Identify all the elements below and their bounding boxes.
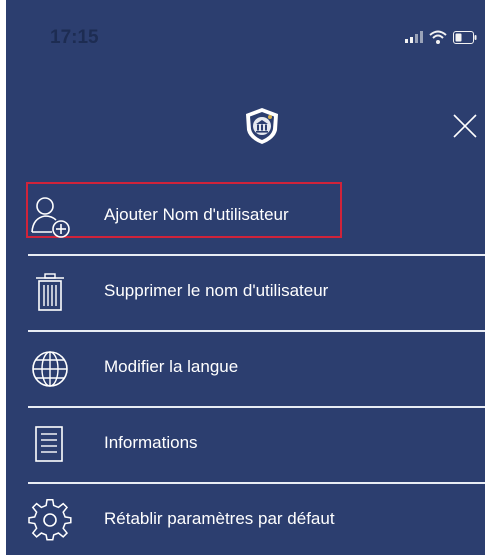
app-screen: 17:15 Ajouter Nom d'utilisateur Supprime… bbox=[6, 0, 485, 555]
status-bar: 17:15 bbox=[6, 0, 485, 52]
status-time: 17:15 bbox=[50, 27, 99, 48]
menu-item-label: Modifier la langue bbox=[104, 357, 239, 376]
close-icon bbox=[453, 114, 477, 138]
menu-header bbox=[6, 100, 485, 160]
status-icons bbox=[405, 30, 477, 44]
battery-icon bbox=[453, 30, 477, 44]
add-user-icon bbox=[28, 194, 74, 240]
menu-item-label: Rétablir paramètres par défaut bbox=[104, 509, 335, 528]
menu-item-label: Supprimer le nom d'utilisateur bbox=[104, 281, 329, 300]
menu-item-add-username[interactable]: Ajouter Nom d'utilisateur bbox=[6, 180, 485, 256]
globe-icon bbox=[28, 346, 74, 392]
list-icon bbox=[28, 422, 74, 468]
trash-icon bbox=[28, 270, 74, 316]
menu-item-label: Ajouter Nom d'utilisateur bbox=[104, 205, 289, 224]
gear-icon bbox=[28, 498, 74, 544]
wifi-icon bbox=[429, 30, 447, 44]
settings-menu: Ajouter Nom d'utilisateur Supprimer le n… bbox=[6, 180, 485, 555]
menu-item-delete-username[interactable]: Supprimer le nom d'utilisateur bbox=[6, 256, 485, 332]
menu-item-change-language[interactable]: Modifier la langue bbox=[6, 332, 485, 408]
menu-item-label: Informations bbox=[104, 433, 198, 452]
signal-icon bbox=[405, 31, 423, 43]
menu-item-reset-defaults[interactable]: Rétablir paramètres par défaut bbox=[6, 484, 485, 555]
close-button[interactable] bbox=[451, 112, 479, 140]
bank-shield-logo bbox=[242, 106, 282, 146]
menu-item-information[interactable]: Informations bbox=[6, 408, 485, 484]
